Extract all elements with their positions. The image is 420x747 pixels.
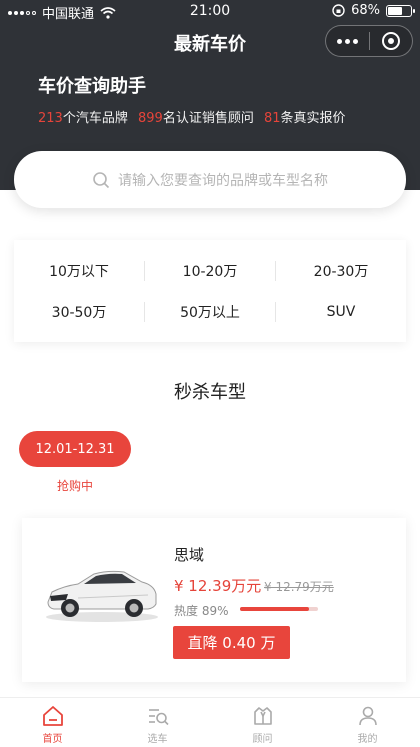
bottom-tab-bar: 首页 选车 顾问 我的	[0, 697, 420, 747]
car-price: ¥ 12.39万元	[174, 577, 262, 595]
quotes-text: 条真实报价	[280, 111, 346, 126]
tab-home[interactable]: 首页	[0, 704, 105, 745]
flash-sale-car-card[interactable]: 思域 ¥ 12.39万元 ¥ 12.79万元 热度 89% 直降 0.40 万	[22, 518, 406, 682]
more-dots-icon	[337, 38, 342, 44]
battery-icon	[386, 4, 415, 17]
hero-title: 车价查询助手	[38, 76, 146, 97]
consultants-count: 899	[137, 111, 163, 126]
car-image	[46, 570, 158, 622]
brands-count: 213	[38, 111, 63, 126]
quotes-count: 81	[263, 111, 281, 126]
status-bar: 中国联通 21:00 68%	[0, 0, 420, 22]
filter-20-30w[interactable]: 20-30万	[276, 256, 406, 286]
car-original-price: ¥ 12.79万元	[264, 580, 334, 594]
orientation-lock-icon	[332, 4, 345, 17]
tab-select-car-label: 选车	[147, 734, 168, 745]
tab-mine-label: 我的	[357, 734, 378, 745]
mini-program-capsule	[325, 25, 413, 57]
search-placeholder: 请输入您要查询的品牌或车型名称	[118, 172, 328, 189]
consultants-text: 名认证销售顾问	[162, 111, 254, 126]
heat-label: 热度 89%	[174, 604, 229, 618]
consultant-icon	[253, 707, 272, 725]
heat-progress-bar	[240, 607, 318, 611]
sale-period-tab[interactable]: 12.01-12.31	[19, 431, 131, 467]
close-mini-program-button[interactable]	[370, 26, 412, 56]
target-icon	[381, 32, 400, 50]
flash-sale-title: 秒杀车型	[174, 382, 246, 403]
car-name: 思域	[174, 546, 205, 564]
battery-percent: 68%	[351, 3, 380, 18]
search-input[interactable]: 请输入您要查询的品牌或车型名称	[14, 151, 406, 208]
filter-suv[interactable]: SUV	[276, 297, 406, 327]
filter-over-50w[interactable]: 50万以上	[145, 297, 275, 327]
car-search-icon	[148, 709, 169, 726]
search-icon	[93, 171, 110, 188]
filter-10-20w[interactable]: 10-20万	[145, 256, 275, 286]
tab-home-label: 首页	[42, 734, 63, 745]
more-menu-button[interactable]	[326, 26, 369, 56]
tab-consultant-label: 顾问	[252, 734, 273, 745]
price-cut-button[interactable]: 直降 0.40 万	[173, 626, 290, 659]
tab-mine[interactable]: 我的	[315, 704, 420, 745]
filter-under-10w[interactable]: 10万以下	[14, 256, 144, 286]
tab-select-car[interactable]: 选车	[105, 704, 210, 745]
home-icon	[42, 706, 63, 726]
filter-30-50w[interactable]: 30-50万	[14, 297, 144, 327]
tab-consultant[interactable]: 顾问	[210, 704, 315, 745]
hero-stats: 213个汽车品牌 899名认证销售顾问 81条真实报价	[38, 107, 346, 126]
user-icon	[358, 706, 377, 726]
sale-status: 抢购中	[56, 479, 93, 493]
price-filter-panel: 10万以下 10-20万 20-30万 30-50万 50万以上 SUV	[14, 240, 406, 342]
brands-text: 个汽车品牌	[62, 111, 128, 126]
